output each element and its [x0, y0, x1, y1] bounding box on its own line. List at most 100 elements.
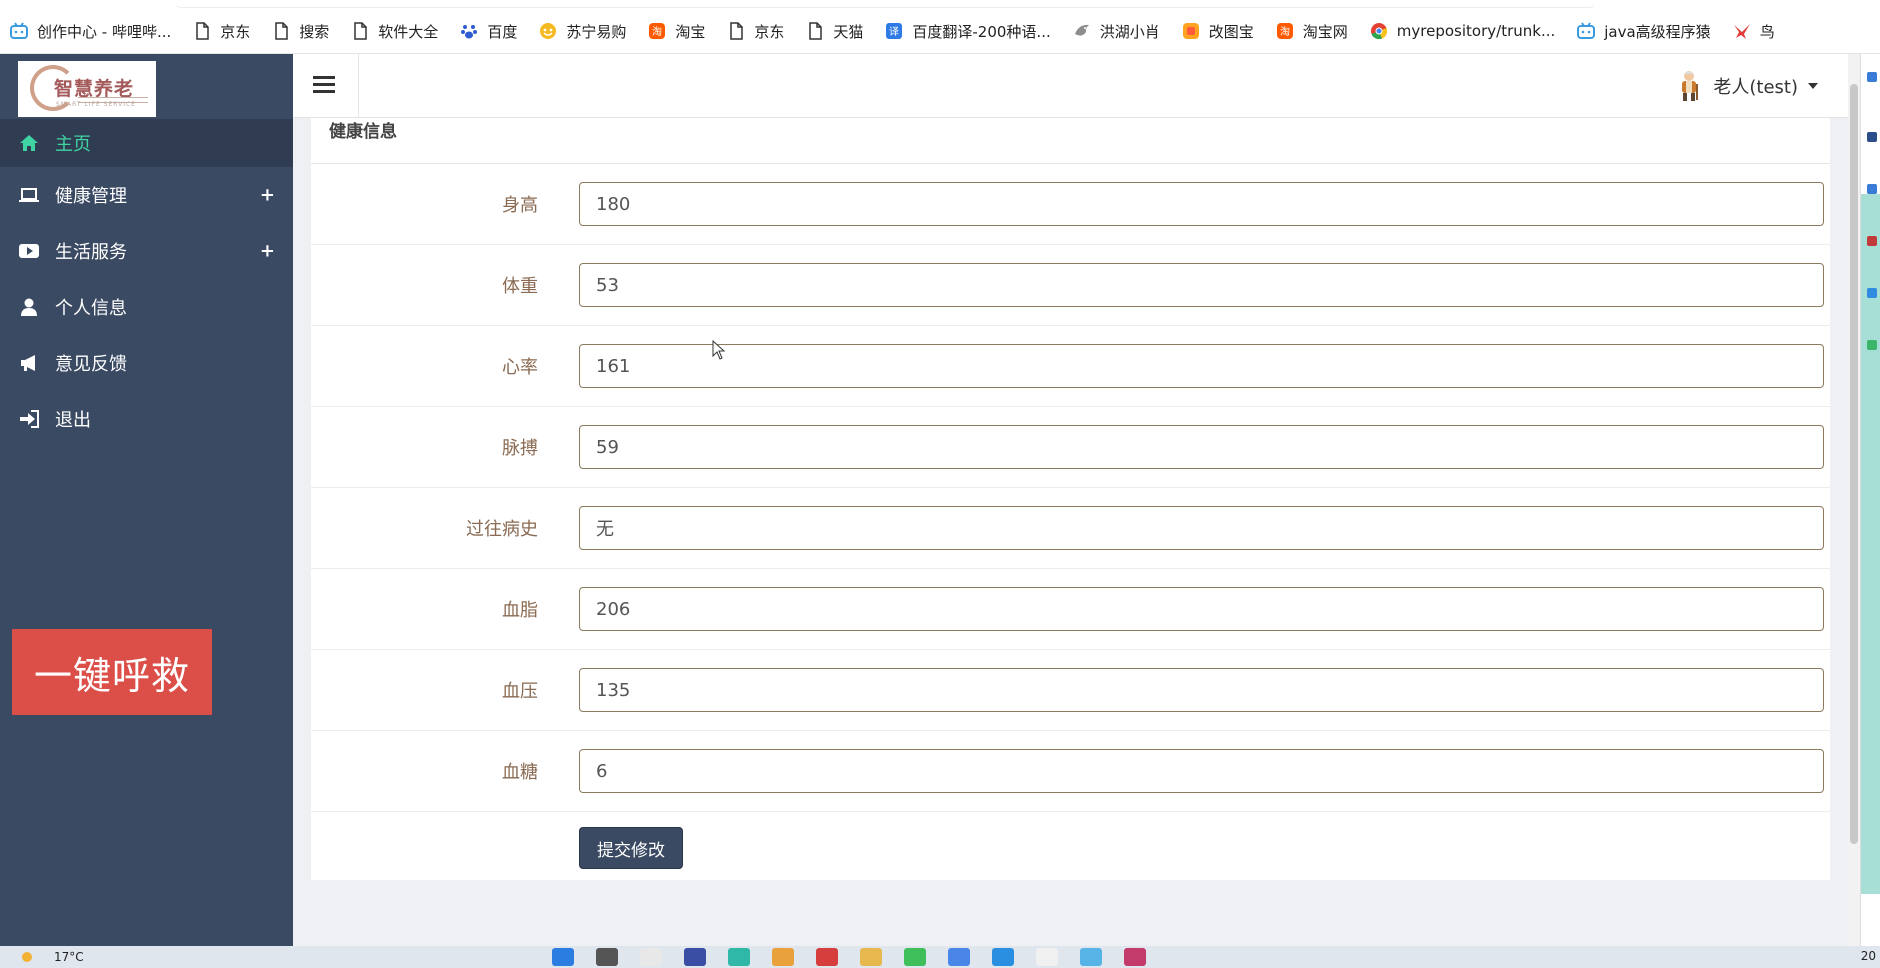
expand-plus-icon[interactable]: +: [260, 185, 275, 206]
app-down-icon[interactable]: [992, 948, 1014, 966]
bookmark-label: 天猫: [833, 22, 864, 41]
svg-text:译: 译: [889, 26, 899, 38]
app-lightblue-icon[interactable]: [1080, 948, 1102, 966]
video-icon: [18, 242, 40, 260]
app-blue-icon[interactable]: [948, 948, 970, 966]
field-input[interactable]: [579, 506, 1824, 550]
field-input[interactable]: [579, 425, 1824, 469]
bookmark-item[interactable]: 搜索: [272, 21, 329, 42]
notepad-icon[interactable]: [1036, 948, 1058, 966]
bookmark-item[interactable]: 京东: [727, 21, 784, 42]
elder-avatar-icon: [1682, 71, 1699, 101]
field-input[interactable]: [579, 587, 1824, 631]
chrome-icon: [1370, 22, 1388, 40]
sidebar-item-label: 生活服务: [55, 242, 127, 263]
bookmark-item[interactable]: 鸟: [1733, 21, 1775, 42]
os-taskbar: 17°C 20: [0, 946, 1880, 968]
laptop-icon: [18, 186, 40, 204]
bookmark-label: 软件大全: [378, 22, 439, 41]
field-input[interactable]: [579, 668, 1824, 712]
taobao-icon: 淘: [648, 22, 666, 40]
sidebar-item-label: 意见反馈: [55, 354, 127, 375]
bird-icon: [1073, 22, 1091, 40]
rail-highlight: [1861, 194, 1880, 894]
logo[interactable]: 智慧养老 SMART LIFE SERVICE: [18, 61, 156, 117]
bookmark-item[interactable]: 天猫: [806, 21, 863, 42]
chrome-icon[interactable]: [772, 948, 794, 966]
bookmark-label: 淘宝: [675, 22, 706, 41]
rail-game-icon[interactable]: [1867, 340, 1877, 350]
sidebar-item-3[interactable]: 个人信息: [0, 279, 293, 335]
form-row: 血压: [311, 650, 1830, 731]
menu-toggle-icon[interactable]: [313, 76, 335, 94]
user-menu[interactable]: 老人(test): [1677, 70, 1818, 102]
field-input[interactable]: [579, 344, 1824, 388]
form-row: 血糖: [311, 731, 1830, 812]
translate-icon: 译: [885, 22, 903, 40]
bookmark-label: 百度: [487, 22, 518, 41]
bookmarks-bar: 创作中心 - 哔哩哔... 京东 搜索 软件大全 百度 苏宁易购 淘淘宝 京东 天猫 译百度翻译-…: [0, 0, 1880, 54]
bookmark-label: java高级程序猿: [1604, 22, 1711, 41]
weather-widget[interactable]: 17°C: [22, 950, 84, 964]
bilibili-icon: [1577, 22, 1596, 40]
rail-book-icon[interactable]: [1867, 236, 1877, 246]
store-icon[interactable]: [684, 948, 706, 966]
app-pink-icon[interactable]: [1124, 948, 1146, 966]
bookmark-item[interactable]: 淘淘宝网: [1276, 21, 1348, 42]
taskbar-clock[interactable]: 20: [1861, 949, 1876, 963]
app-red-icon[interactable]: [816, 948, 838, 966]
field-label: 血脂: [502, 600, 538, 621]
bookmark-item[interactable]: 洪湖小肖: [1073, 21, 1160, 42]
field-label: 身高: [502, 195, 538, 216]
sun-icon: [22, 952, 32, 962]
sidebar-item-label: 退出: [55, 410, 91, 431]
sidebar-item-label: 个人信息: [55, 298, 127, 319]
sidebar-item-5[interactable]: 退出: [0, 391, 293, 447]
bookmark-item[interactable]: 百度: [460, 21, 517, 42]
main-content: 健康信息 提交修改 身高体重心率脉搏过往病史血脂血压血糖: [293, 118, 1848, 946]
field-input[interactable]: [579, 263, 1824, 307]
bookmark-item[interactable]: 京东: [193, 21, 250, 42]
emergency-call-button[interactable]: 一键呼救: [12, 629, 212, 715]
rail-outlook-icon[interactable]: [1867, 288, 1877, 298]
start-icon[interactable]: [552, 948, 574, 966]
bookmark-item[interactable]: 改图宝: [1182, 21, 1254, 42]
field-input[interactable]: [579, 182, 1824, 226]
wechat-icon[interactable]: [904, 948, 926, 966]
bookmark-item[interactable]: 软件大全: [351, 21, 438, 42]
page-icon: [727, 22, 745, 40]
folder-icon[interactable]: [860, 948, 882, 966]
search-icon[interactable]: [596, 948, 618, 966]
rail-person-icon[interactable]: [1867, 184, 1877, 194]
page-icon: [193, 22, 211, 40]
edge-icon[interactable]: [728, 948, 750, 966]
baidu-icon: [460, 22, 478, 40]
bookmark-item[interactable]: 苏宁易购: [539, 21, 626, 42]
bookmark-list: 创作中心 - 哔哩哔... 京东 搜索 软件大全 百度 苏宁易购 淘淘宝 京东 天猫 译百度翻译-…: [10, 19, 1797, 43]
sidebar-item-2[interactable]: 生活服务 +: [0, 223, 293, 279]
bilibili-icon: [10, 22, 28, 40]
files-icon[interactable]: [640, 948, 662, 966]
page-scrollbar[interactable]: [1848, 54, 1860, 946]
rail-search-icon[interactable]: [1867, 72, 1877, 82]
field-input[interactable]: [579, 749, 1824, 793]
page-icon: [351, 22, 369, 40]
form-row: 脉搏: [311, 407, 1830, 488]
panel-title: 健康信息: [311, 118, 1830, 164]
expand-plus-icon[interactable]: +: [260, 241, 275, 262]
bookmark-item[interactable]: 译 百度翻译-200种语...: [885, 21, 1051, 42]
submit-button[interactable]: 提交修改: [579, 827, 683, 869]
sidebar-item-1[interactable]: 健康管理 +: [0, 167, 293, 223]
scrollbar-thumb[interactable]: [1850, 84, 1858, 844]
sidebar-item-0[interactable]: 主页: [0, 119, 293, 167]
bookmark-label: 京东: [754, 22, 785, 41]
bookmark-item[interactable]: java高级程序猿: [1577, 21, 1711, 42]
sidebar-item-4[interactable]: 意见反馈: [0, 335, 293, 391]
caret-down-icon: [1808, 83, 1818, 89]
bookmark-label: 鸟: [1759, 22, 1775, 41]
rail-bag-icon[interactable]: [1867, 132, 1877, 142]
bookmark-item[interactable]: 淘淘宝: [648, 21, 705, 42]
page-icon: [806, 22, 824, 40]
bookmark-item[interactable]: myrepository/trunk...: [1370, 22, 1555, 40]
bookmark-item[interactable]: 创作中心 - 哔哩哔...: [10, 21, 171, 42]
